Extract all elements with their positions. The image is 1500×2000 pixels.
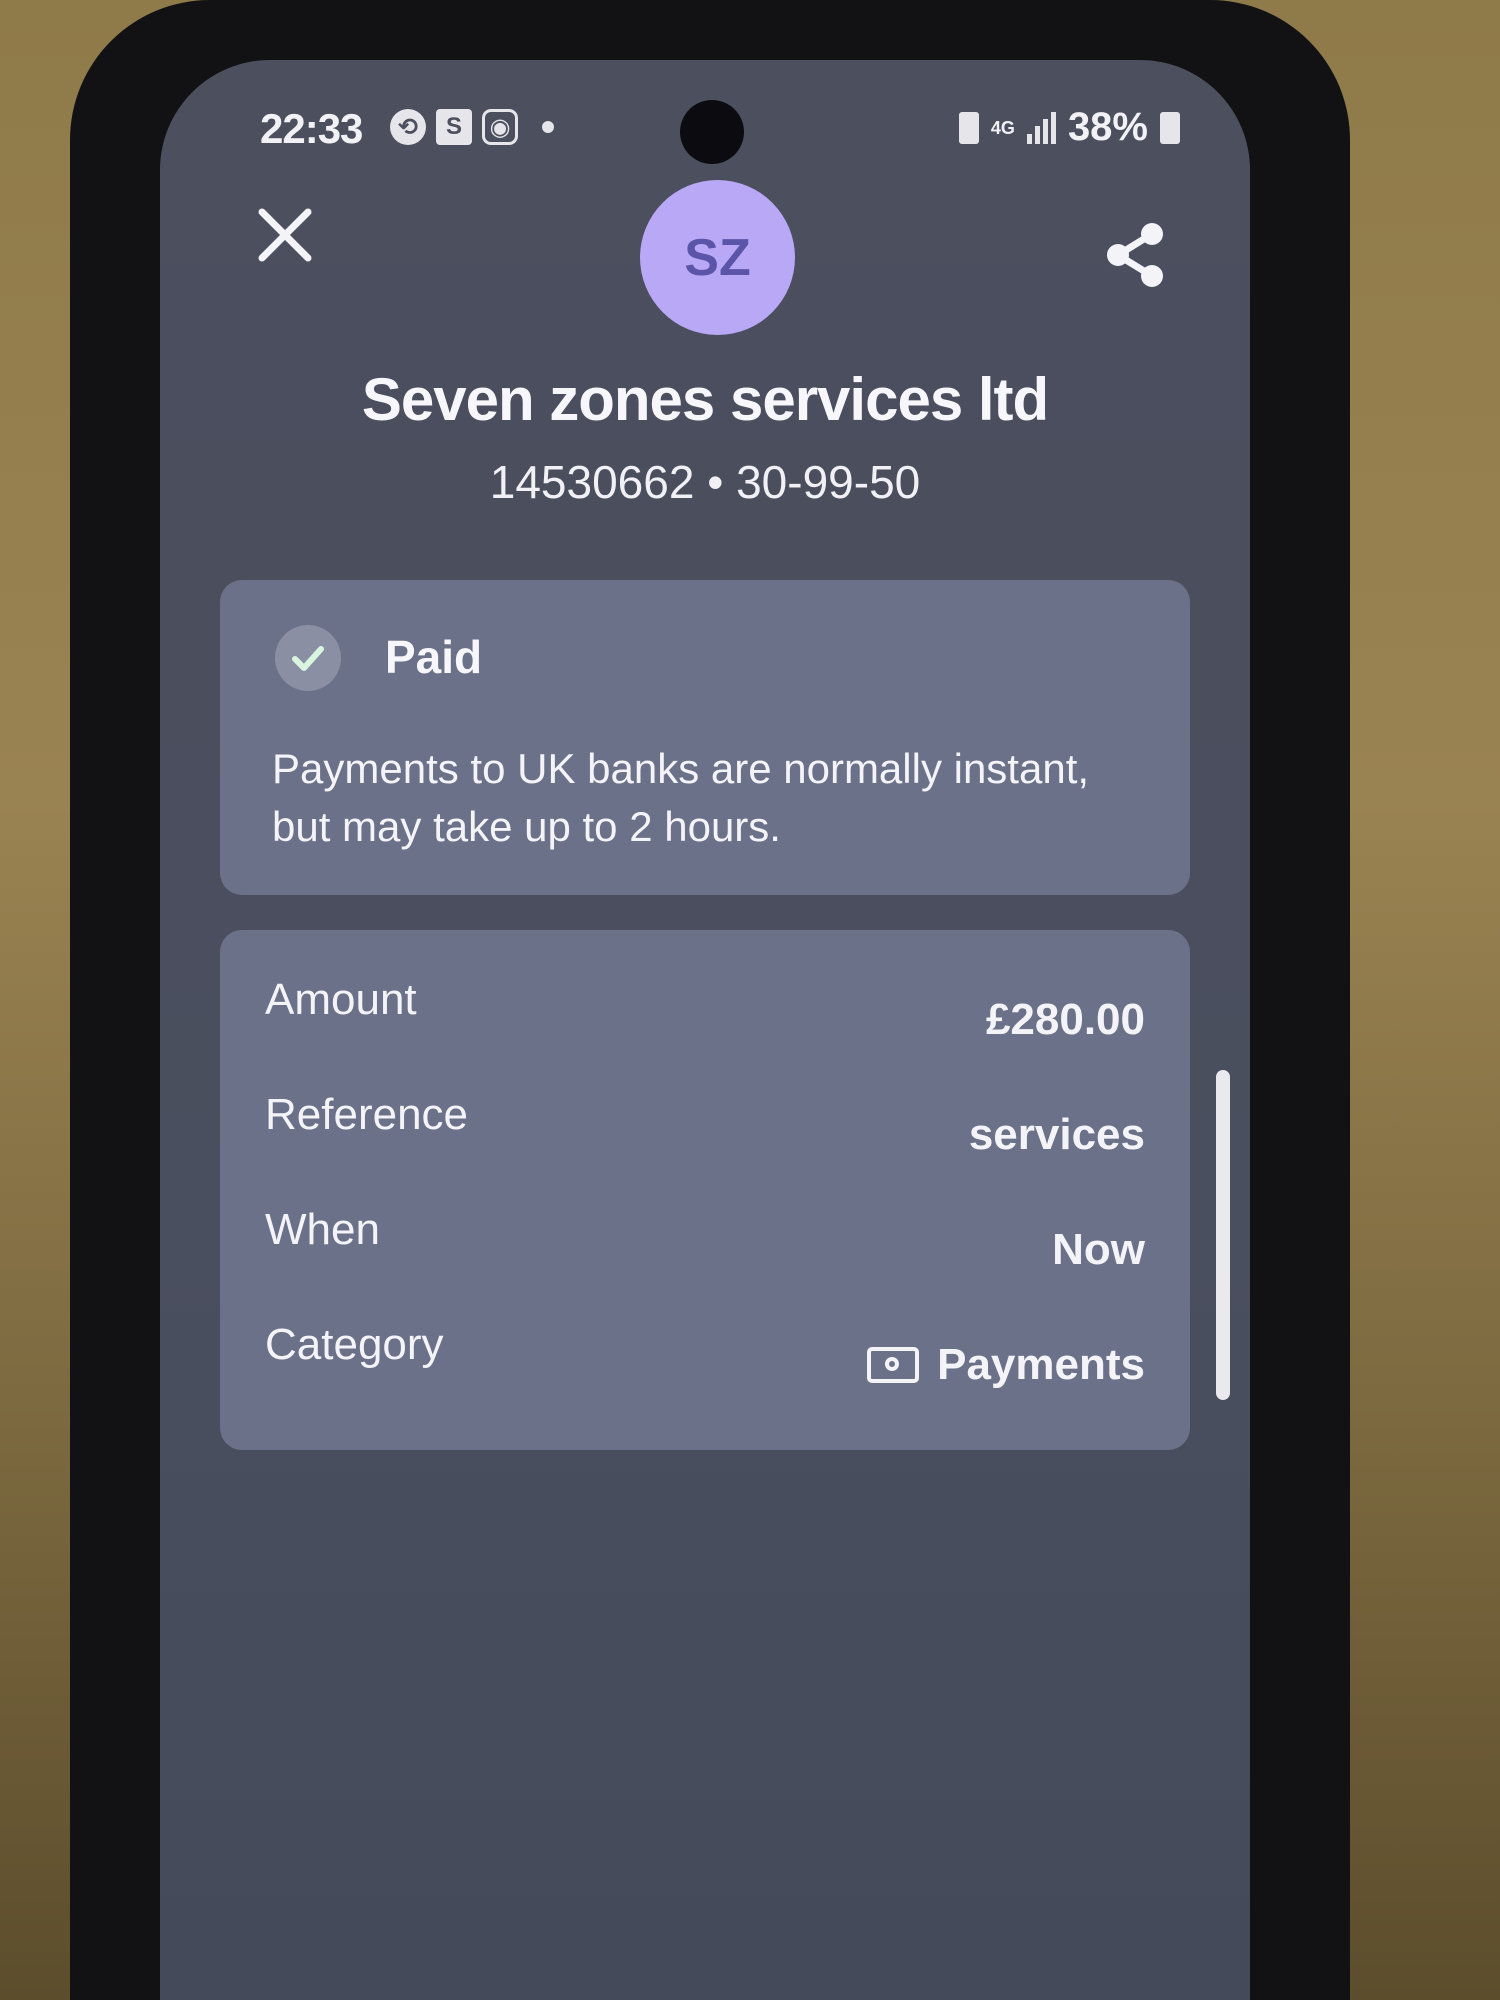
avatar: SZ xyxy=(640,180,795,335)
check-icon xyxy=(275,625,341,691)
reference-label: Reference xyxy=(265,1090,469,1139)
status-label: Paid xyxy=(385,631,483,683)
more-notifications-icon xyxy=(542,121,554,133)
close-button[interactable] xyxy=(250,200,320,270)
battery-percent: 38% xyxy=(1067,105,1148,149)
signal-icon xyxy=(1026,111,1056,144)
instagram-icon: ◉ xyxy=(482,109,518,145)
status-description: Payments to UK banks are normally instan… xyxy=(272,745,1090,850)
category-row[interactable]: Category Payments xyxy=(265,1320,1145,1389)
category-value: Payments xyxy=(937,1340,1145,1389)
sync-icon: ⟲ xyxy=(390,109,426,145)
scrollbar[interactable] xyxy=(1216,1070,1230,1400)
battery-icon xyxy=(1160,111,1180,144)
amount-label: Amount xyxy=(265,975,417,1024)
category-value-group[interactable]: Payments xyxy=(867,1340,1145,1390)
s-app-icon: S xyxy=(436,109,472,145)
payee-name: Seven zones services ltd xyxy=(361,366,1049,433)
system-icons: 4G 38% xyxy=(958,105,1180,150)
status-time: 22:33 xyxy=(260,105,363,152)
close-icon xyxy=(258,208,312,262)
payment-status-card: Paid Payments to UK banks are normally i… xyxy=(220,580,1190,895)
network-type: 4G xyxy=(990,117,1015,138)
share-button[interactable] xyxy=(1100,220,1170,290)
notification-icons: ⟲ S ◉ xyxy=(390,109,554,145)
amount-row: Amount £280.00 xyxy=(265,975,1145,1044)
phone-screen: 22:33 ⟲ S ◉ 4G 38% SZ Seven zones servic… xyxy=(160,60,1250,2000)
when-label: When xyxy=(265,1205,380,1254)
when-row: When Now xyxy=(265,1205,1145,1274)
when-value: Now xyxy=(1052,1225,1145,1274)
category-payments-icon xyxy=(867,1347,920,1383)
reference-row: Reference services xyxy=(265,1090,1145,1159)
front-camera xyxy=(680,100,744,164)
category-label: Category xyxy=(265,1320,444,1369)
account-number-sort-code: 14530662 • 30-99-50 xyxy=(489,456,921,508)
payment-details-card: Amount £280.00 Reference services When N… xyxy=(220,930,1190,1450)
share-icon xyxy=(1107,223,1163,287)
battery-saver-icon xyxy=(958,111,979,144)
amount-value: £280.00 xyxy=(985,995,1145,1044)
reference-value: services xyxy=(968,1110,1145,1159)
